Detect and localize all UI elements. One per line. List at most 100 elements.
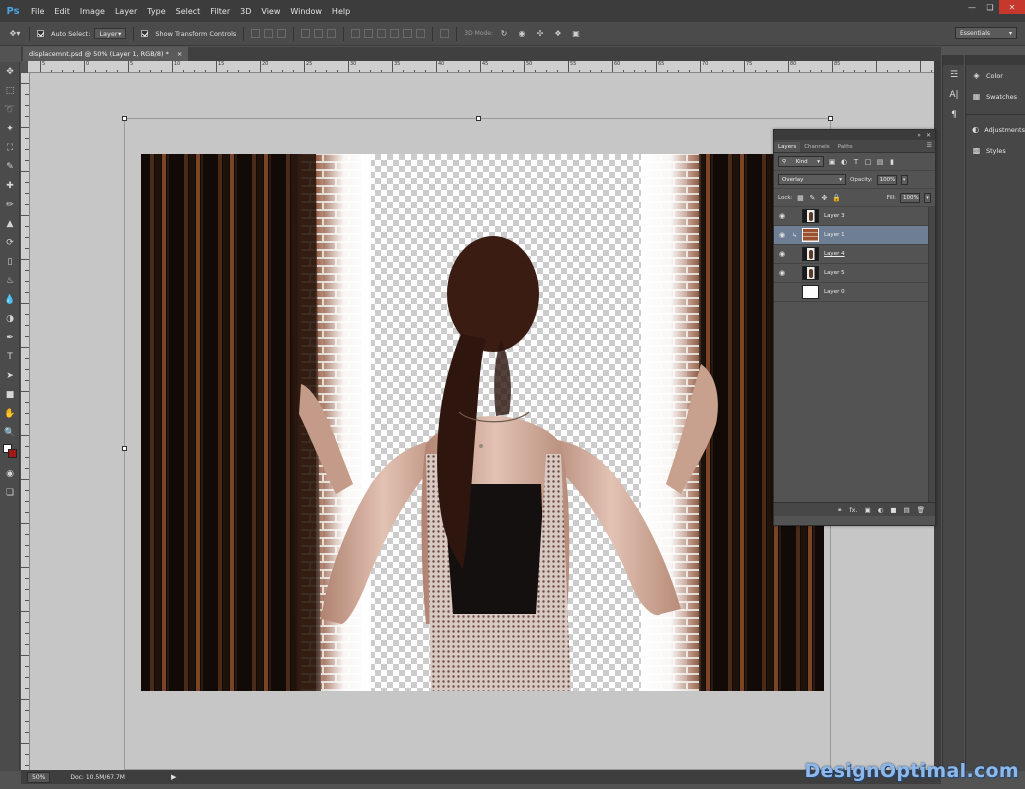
filter-kind-dropdown[interactable]: ⚲ Kind ▾ <box>778 156 824 167</box>
dock-item-adjustments[interactable]: ◐ Adjustments <box>966 119 1025 140</box>
distribute-bottom-icon[interactable] <box>377 29 387 38</box>
filter-adjustment-icon[interactable]: ◐ <box>840 158 848 166</box>
fx-icon[interactable]: fx. <box>849 506 857 514</box>
menu-image[interactable]: Image <box>75 7 110 16</box>
screen-mode-icon[interactable]: ❏ <box>0 483 20 502</box>
minimize-button[interactable]: — <box>963 0 981 14</box>
zoom-level-field[interactable]: 50% <box>27 771 51 783</box>
close-button[interactable]: ✕ <box>999 0 1025 14</box>
history-brush-tool-icon[interactable]: ⟳ <box>0 233 20 252</box>
menu-3d[interactable]: 3D <box>235 7 256 16</box>
new-adjustment-icon[interactable]: ◐ <box>878 506 884 514</box>
lock-image-icon[interactable]: ✎ <box>808 194 816 202</box>
3d-slide-icon[interactable]: ❖ <box>551 28 565 40</box>
tab-close-icon[interactable]: × <box>177 50 182 58</box>
menu-type[interactable]: Type <box>142 7 170 16</box>
collapse-icon[interactable]: » <box>917 132 921 139</box>
align-left-icon[interactable] <box>301 29 311 38</box>
path-selection-tool-icon[interactable]: ➤ <box>0 366 20 385</box>
filter-type-icon[interactable]: T <box>852 158 860 166</box>
healing-brush-tool-icon[interactable]: ✚ <box>0 176 20 195</box>
auto-select-dropdown[interactable]: Layer ▾ <box>94 28 127 39</box>
color-swatches[interactable] <box>0 442 20 464</box>
distribute-right-icon[interactable] <box>416 29 426 38</box>
blur-tool-icon[interactable]: 💧 <box>0 290 20 309</box>
distribute-vcenter-icon[interactable] <box>364 29 374 38</box>
3d-scale-icon[interactable]: ▣ <box>569 28 583 40</box>
align-bottom-icon[interactable] <box>277 29 287 38</box>
opacity-input[interactable]: 100% <box>876 174 897 185</box>
align-right-icon[interactable] <box>327 29 337 38</box>
transform-handle-top[interactable] <box>476 116 481 121</box>
align-top-icon[interactable] <box>251 29 261 38</box>
lasso-tool-icon[interactable]: ➰ <box>0 100 20 119</box>
3d-roll-icon[interactable]: ◉ <box>515 28 529 40</box>
menu-edit[interactable]: Edit <box>49 7 75 16</box>
type-tool-icon[interactable]: T <box>0 347 20 366</box>
lock-all-icon[interactable]: 🔒 <box>832 194 841 202</box>
dodge-tool-icon[interactable]: ◑ <box>0 309 20 328</box>
transform-handle-top-right[interactable] <box>828 116 833 121</box>
filter-smart-object-icon[interactable]: ▤ <box>876 158 884 166</box>
tab-layers[interactable]: Layers <box>774 142 801 152</box>
link-layers-icon[interactable]: ⚭ <box>837 506 842 514</box>
hand-tool-icon[interactable]: ✋ <box>0 404 20 423</box>
opacity-slider-toggle[interactable]: ▾ <box>900 174 908 185</box>
menu-filter[interactable]: Filter <box>205 7 235 16</box>
layers-scrollbar[interactable] <box>928 207 935 502</box>
visibility-eye-icon[interactable]: ◉ <box>777 268 787 278</box>
visibility-eye-icon[interactable]: ◉ <box>777 211 787 221</box>
history-panel-icon[interactable]: ☲ <box>943 65 965 85</box>
character-panel-icon[interactable]: A| <box>943 85 965 105</box>
distribute-top-icon[interactable] <box>351 29 361 38</box>
menu-select[interactable]: Select <box>171 7 206 16</box>
auto-align-icon[interactable] <box>440 29 450 38</box>
visibility-eye-icon[interactable]: ◉ <box>777 230 787 240</box>
layer-row-layer-0[interactable]: ◉ Layer 0 <box>774 283 935 302</box>
align-hcenter-icon[interactable] <box>314 29 324 38</box>
align-vcenter-icon[interactable] <box>264 29 274 38</box>
lock-transparent-icon[interactable]: ▦ <box>796 194 804 202</box>
delete-layer-icon[interactable]: 🗑 <box>917 506 925 514</box>
document-size-info[interactable]: Doc: 10.5M/67.7M <box>70 774 125 781</box>
layers-panel-titlebar[interactable]: » ✕ <box>774 130 935 140</box>
zoom-tool-icon[interactable]: 🔍 <box>0 423 20 442</box>
clone-stamp-tool-icon[interactable]: ▲ <box>0 214 20 233</box>
shape-tool-icon[interactable]: ■ <box>0 385 20 404</box>
new-layer-icon[interactable]: ▤ <box>904 506 910 514</box>
background-color-swatch[interactable] <box>8 449 17 458</box>
distribute-hcenter-icon[interactable] <box>403 29 413 38</box>
menu-window[interactable]: Window <box>285 7 327 16</box>
fill-input[interactable]: 100% <box>900 192 920 203</box>
move-tool-icon[interactable]: ✥ <box>0 62 20 81</box>
filter-shape-icon[interactable]: □ <box>864 158 872 166</box>
workspace-dropdown[interactable]: Essentials ▾ <box>955 27 1017 39</box>
tab-channels[interactable]: Channels <box>800 142 833 152</box>
brush-tool-icon[interactable]: ✏ <box>0 195 20 214</box>
filter-toggle-icon[interactable]: ▮ <box>888 158 896 166</box>
menu-file[interactable]: File <box>26 7 49 16</box>
quick-mask-icon[interactable]: ◉ <box>0 464 20 483</box>
layer-row-layer-3[interactable]: ◉ Layer 3 <box>774 207 935 226</box>
new-group-icon[interactable]: ■ <box>890 506 896 514</box>
fill-slider-toggle[interactable]: ▾ <box>924 192 931 203</box>
add-mask-icon[interactable]: ▣ <box>865 506 871 514</box>
filter-pixel-icon[interactable]: ▣ <box>828 158 836 166</box>
lock-position-icon[interactable]: ✥ <box>820 194 828 202</box>
dock-item-color[interactable]: ◈ Color <box>966 65 1025 86</box>
crop-tool-icon[interactable]: ⛶ <box>0 138 20 157</box>
tab-paths[interactable]: Paths <box>834 142 857 152</box>
paragraph-panel-icon[interactable]: ¶ <box>943 105 965 125</box>
horizontal-ruler[interactable]: 5 0 5 10 15 20 25 30 35 40 45 50 55 60 65 70 75 80 85 <box>28 61 934 73</box>
3d-drag-icon[interactable]: ✣ <box>533 28 547 40</box>
auto-select-checkbox[interactable] <box>37 30 44 37</box>
eyedropper-tool-icon[interactable]: ✎ <box>0 157 20 176</box>
transform-bounding-box[interactable] <box>122 116 833 770</box>
eraser-tool-icon[interactable]: ▯ <box>0 252 20 271</box>
restore-button[interactable]: ❏ <box>981 0 999 14</box>
dock-item-styles[interactable]: ▩ Styles <box>966 140 1025 161</box>
move-tool-icon[interactable]: ✥▾ <box>8 28 22 40</box>
dock-item-swatches[interactable]: ▦ Swatches <box>966 86 1025 107</box>
distribute-left-icon[interactable] <box>390 29 400 38</box>
visibility-eye-icon[interactable]: ◉ <box>777 249 787 259</box>
